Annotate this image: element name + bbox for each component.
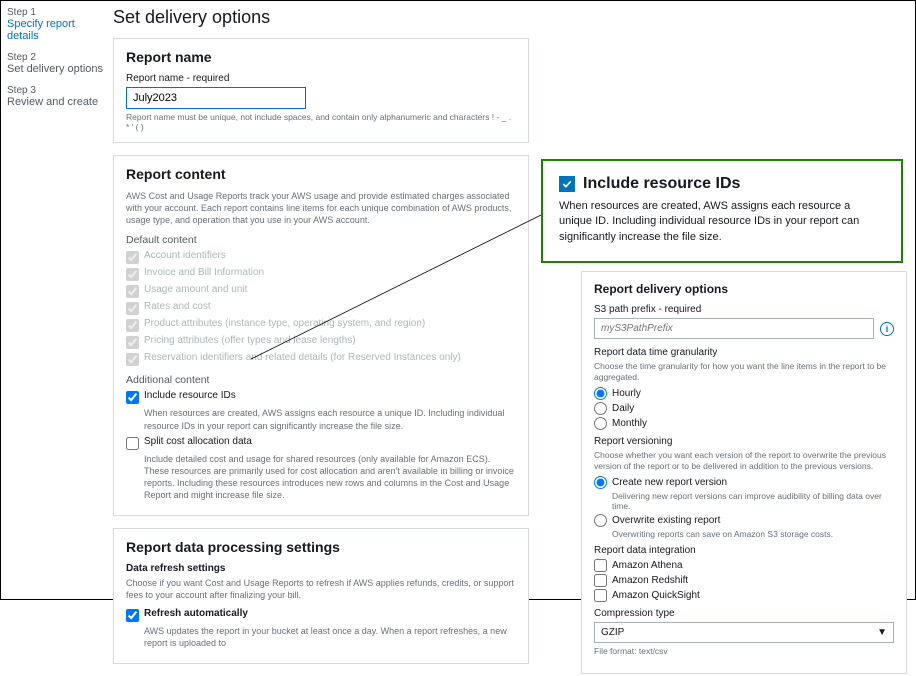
wizard-sidebar: Step 1 Specify report details Step 2 Set… — [7, 7, 107, 118]
wizard-step-1[interactable]: Step 1 Specify report details — [7, 7, 107, 42]
compression-select[interactable]: GZIP ▼ — [594, 622, 894, 643]
default-content-item: Reservation identifiers and related deta… — [126, 352, 516, 366]
default-content-item: Rates and cost — [126, 301, 516, 315]
report-content-panel: Report content AWS Cost and Usage Report… — [113, 155, 529, 516]
wizard-step-3[interactable]: Step 3 Review and create — [7, 85, 107, 108]
wizard-step-2[interactable]: Step 2 Set delivery options — [7, 52, 107, 75]
s3-prefix-input[interactable] — [594, 318, 874, 339]
default-content-item: Product attributes (instance type, opera… — [126, 318, 516, 332]
checkbox-checked-icon — [559, 176, 575, 192]
granularity-monthly[interactable]: Monthly — [594, 417, 894, 430]
report-name-panel: Report name Report name - required Repor… — [113, 38, 529, 143]
chevron-down-icon: ▼ — [877, 627, 887, 638]
default-content-item: Invoice and Bill Information — [126, 267, 516, 281]
include-resource-ids-checkbox[interactable] — [126, 391, 139, 404]
refresh-auto-row[interactable]: Refresh automatically — [126, 608, 516, 622]
integration-athena[interactable]: Amazon Athena — [594, 559, 894, 572]
main-content: Set delivery options Report name Report … — [113, 7, 529, 676]
versioning-create-new[interactable]: Create new report version — [594, 476, 894, 489]
include-resource-ids-row[interactable]: Include resource IDs — [126, 390, 516, 404]
split-cost-checkbox[interactable] — [126, 437, 139, 450]
integration-redshift[interactable]: Amazon Redshift — [594, 574, 894, 587]
report-name-input[interactable] — [126, 87, 306, 109]
granularity-daily[interactable]: Daily — [594, 402, 894, 415]
versioning-overwrite[interactable]: Overwrite existing report — [594, 514, 894, 527]
integration-quicksight[interactable]: Amazon QuickSight — [594, 589, 894, 602]
split-cost-row[interactable]: Split cost allocation data — [126, 436, 516, 450]
page-title: Set delivery options — [113, 7, 529, 28]
refresh-auto-checkbox[interactable] — [126, 609, 139, 622]
info-icon[interactable]: i — [880, 322, 894, 336]
default-content-item: Usage amount and unit — [126, 284, 516, 298]
granularity-hourly[interactable]: Hourly — [594, 387, 894, 400]
callout-box: Include resource IDs When resources are … — [541, 159, 903, 263]
default-content-item: Account identifiers — [126, 250, 516, 264]
default-content-item: Pricing attributes (offer types and leas… — [126, 335, 516, 349]
processing-panel: Report data processing settings Data ref… — [113, 528, 529, 664]
delivery-options-panel: Report delivery options S3 path prefix -… — [581, 271, 907, 674]
